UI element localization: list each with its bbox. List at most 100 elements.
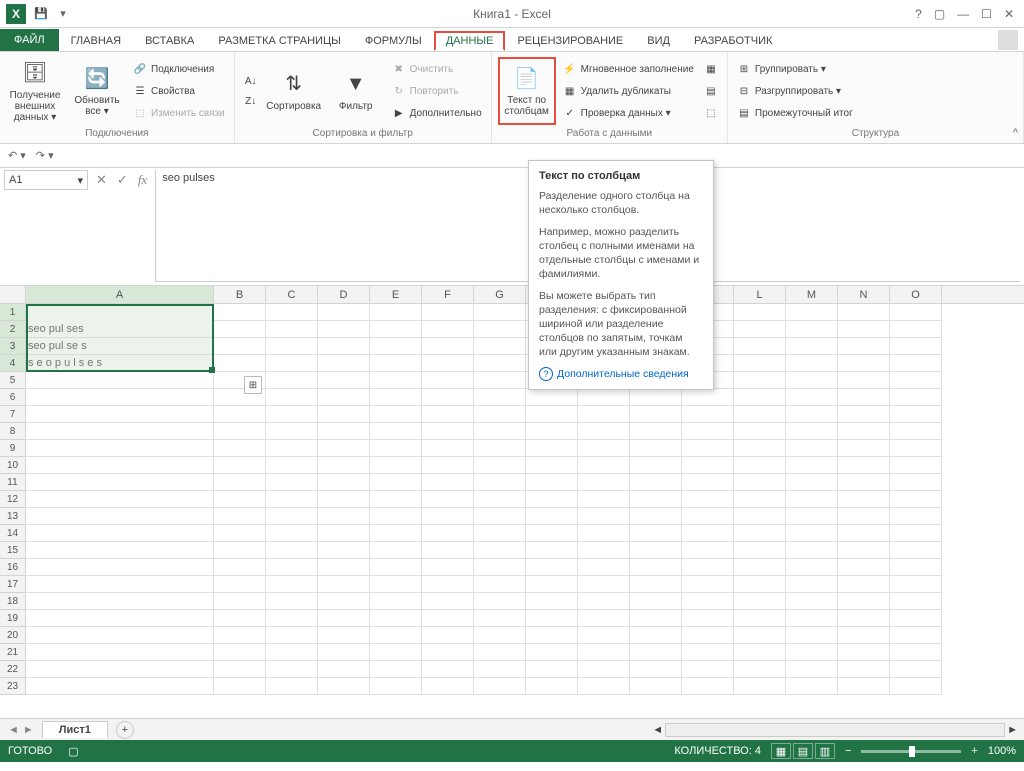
cell-M18[interactable] xyxy=(786,593,838,610)
row-header-22[interactable]: 22 xyxy=(0,661,26,678)
cell-K23[interactable] xyxy=(682,678,734,695)
cell-A2[interactable]: seo pul ses xyxy=(26,321,214,338)
row-header-19[interactable]: 19 xyxy=(0,610,26,627)
zoom-slider[interactable] xyxy=(861,750,961,753)
cell-D2[interactable] xyxy=(318,321,370,338)
cell-M5[interactable] xyxy=(786,372,838,389)
cell-F5[interactable] xyxy=(422,372,474,389)
cell-E21[interactable] xyxy=(370,644,422,661)
cell-N21[interactable] xyxy=(838,644,890,661)
cell-H16[interactable] xyxy=(526,559,578,576)
row-header-12[interactable]: 12 xyxy=(0,491,26,508)
cell-A12[interactable] xyxy=(26,491,214,508)
refresh-all-button[interactable]: 🔄 Обновить все ▾ xyxy=(68,57,126,125)
tooltip-more-link[interactable]: ? Дополнительные сведения xyxy=(539,367,703,381)
cell-G4[interactable] xyxy=(474,355,526,372)
cell-C17[interactable] xyxy=(266,576,318,593)
cell-G10[interactable] xyxy=(474,457,526,474)
cell-M15[interactable] xyxy=(786,542,838,559)
cell-C18[interactable] xyxy=(266,593,318,610)
column-header-L[interactable]: L xyxy=(734,286,786,303)
cell-B4[interactable] xyxy=(214,355,266,372)
cell-K22[interactable] xyxy=(682,661,734,678)
cell-E1[interactable] xyxy=(370,304,422,321)
cell-O1[interactable] xyxy=(890,304,942,321)
cell-D3[interactable] xyxy=(318,338,370,355)
row-header-6[interactable]: 6 xyxy=(0,389,26,406)
column-header-B[interactable]: B xyxy=(214,286,266,303)
close-icon[interactable]: ✕ xyxy=(1004,7,1014,21)
remove-duplicates-button[interactable]: ▦Удалить дубликаты xyxy=(560,81,697,101)
user-avatar[interactable] xyxy=(998,30,1018,50)
column-header-N[interactable]: N xyxy=(838,286,890,303)
cell-C12[interactable] xyxy=(266,491,318,508)
cell-I16[interactable] xyxy=(578,559,630,576)
tab-home[interactable]: ГЛАВНАЯ xyxy=(59,31,133,51)
cell-J16[interactable] xyxy=(630,559,682,576)
cell-B1[interactable] xyxy=(214,304,266,321)
cell-E12[interactable] xyxy=(370,491,422,508)
cell-E3[interactable] xyxy=(370,338,422,355)
cell-M14[interactable] xyxy=(786,525,838,542)
cell-N20[interactable] xyxy=(838,627,890,644)
cell-J18[interactable] xyxy=(630,593,682,610)
cell-O4[interactable] xyxy=(890,355,942,372)
view-pagebreak-icon[interactable]: ▥ xyxy=(815,743,835,759)
name-box-dropdown-icon[interactable]: ▾ xyxy=(77,174,83,187)
cell-H11[interactable] xyxy=(526,474,578,491)
cell-I17[interactable] xyxy=(578,576,630,593)
cell-C9[interactable] xyxy=(266,440,318,457)
row-header-11[interactable]: 11 xyxy=(0,474,26,491)
cell-M3[interactable] xyxy=(786,338,838,355)
cell-L15[interactable] xyxy=(734,542,786,559)
cell-G8[interactable] xyxy=(474,423,526,440)
cell-F19[interactable] xyxy=(422,610,474,627)
cell-D10[interactable] xyxy=(318,457,370,474)
cell-D5[interactable] xyxy=(318,372,370,389)
cell-C16[interactable] xyxy=(266,559,318,576)
cell-F4[interactable] xyxy=(422,355,474,372)
cell-F10[interactable] xyxy=(422,457,474,474)
cell-G2[interactable] xyxy=(474,321,526,338)
cell-O6[interactable] xyxy=(890,389,942,406)
tab-data[interactable]: ДАННЫЕ xyxy=(434,31,506,51)
cell-D14[interactable] xyxy=(318,525,370,542)
cell-M19[interactable] xyxy=(786,610,838,627)
hscroll-left-icon[interactable]: ◄ xyxy=(652,724,663,736)
cell-G13[interactable] xyxy=(474,508,526,525)
cell-H13[interactable] xyxy=(526,508,578,525)
cell-K15[interactable] xyxy=(682,542,734,559)
cell-F8[interactable] xyxy=(422,423,474,440)
cell-J22[interactable] xyxy=(630,661,682,678)
row-header-18[interactable]: 18 xyxy=(0,593,26,610)
cell-N4[interactable] xyxy=(838,355,890,372)
cell-L16[interactable] xyxy=(734,559,786,576)
cell-G3[interactable] xyxy=(474,338,526,355)
cell-C7[interactable] xyxy=(266,406,318,423)
cell-D12[interactable] xyxy=(318,491,370,508)
cell-E15[interactable] xyxy=(370,542,422,559)
row-header-2[interactable]: 2 xyxy=(0,321,26,338)
cell-C6[interactable] xyxy=(266,389,318,406)
cell-E10[interactable] xyxy=(370,457,422,474)
cell-J13[interactable] xyxy=(630,508,682,525)
cell-O10[interactable] xyxy=(890,457,942,474)
cell-F3[interactable] xyxy=(422,338,474,355)
cell-L11[interactable] xyxy=(734,474,786,491)
zoom-level[interactable]: 100% xyxy=(988,745,1016,757)
cell-I15[interactable] xyxy=(578,542,630,559)
cell-J15[interactable] xyxy=(630,542,682,559)
cell-N23[interactable] xyxy=(838,678,890,695)
cell-E6[interactable] xyxy=(370,389,422,406)
cell-M4[interactable] xyxy=(786,355,838,372)
cell-K20[interactable] xyxy=(682,627,734,644)
cell-B18[interactable] xyxy=(214,593,266,610)
consolidate-button[interactable]: ▦ xyxy=(701,59,721,79)
cell-M22[interactable] xyxy=(786,661,838,678)
tab-insert[interactable]: ВСТАВКА xyxy=(133,31,206,51)
cell-E22[interactable] xyxy=(370,661,422,678)
cell-D17[interactable] xyxy=(318,576,370,593)
cell-F11[interactable] xyxy=(422,474,474,491)
cell-E16[interactable] xyxy=(370,559,422,576)
cell-G17[interactable] xyxy=(474,576,526,593)
